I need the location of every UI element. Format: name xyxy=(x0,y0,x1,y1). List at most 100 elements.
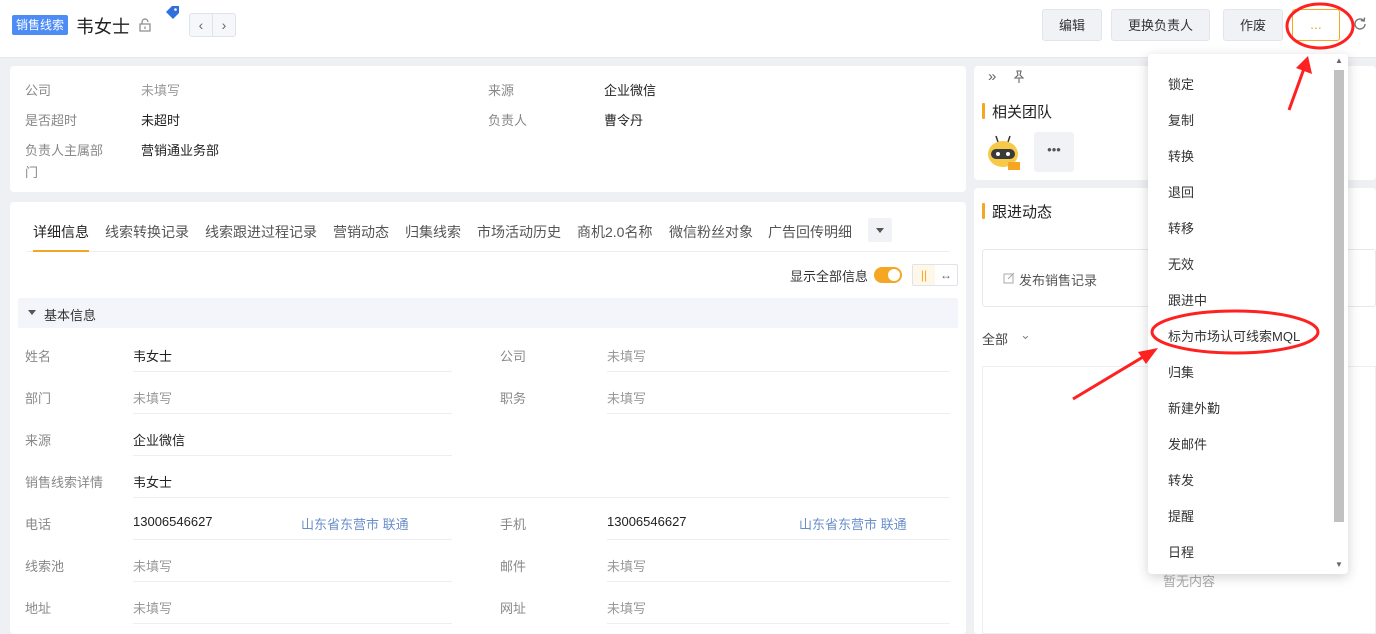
summary-dept-value: 营销通业务部 xyxy=(141,143,220,158)
tab-opportunity[interactable]: 商机2.0名称 xyxy=(577,222,652,252)
field-pool-value[interactable]: 未填写 xyxy=(133,556,172,575)
void-button[interactable]: 作废 xyxy=(1223,9,1284,41)
summary-company-value: 未填写 xyxy=(141,83,181,98)
field-dept-label: 部门 xyxy=(25,391,52,406)
two-column-layout-icon[interactable]: || xyxy=(913,265,935,285)
divider xyxy=(607,623,950,624)
summary-source-label: 来源 xyxy=(488,83,515,98)
field-address-label: 地址 xyxy=(25,601,52,616)
menu-item-schedule[interactable]: 日程 xyxy=(1168,542,1194,561)
previous-record-button[interactable]: ‹ xyxy=(190,14,212,36)
field-pool-label: 线索池 xyxy=(25,559,65,574)
field-company-label: 公司 xyxy=(500,349,527,364)
menu-item-reminder[interactable]: 提醒 xyxy=(1168,506,1194,525)
edit-icon xyxy=(1003,272,1015,284)
field-source-label: 来源 xyxy=(25,433,52,448)
divider xyxy=(133,497,950,498)
change-owner-button[interactable]: 更换负责人 xyxy=(1111,9,1211,41)
field-name-label: 姓名 xyxy=(25,349,52,364)
field-dept-value[interactable]: 未填写 xyxy=(133,388,172,407)
summary-company-label: 公司 xyxy=(25,83,52,98)
refresh-icon[interactable] xyxy=(1352,16,1368,32)
summary-owner-label: 负责人 xyxy=(488,113,528,128)
divider xyxy=(607,413,950,414)
field-website-value[interactable]: 未填写 xyxy=(607,598,646,617)
field-phone-location: 山东省东营市 联通 xyxy=(301,517,409,532)
bee-avatar-icon[interactable] xyxy=(982,132,1024,174)
show-all-switch[interactable] xyxy=(874,267,902,283)
summary-dept-label: 负责人主属部 xyxy=(25,143,104,158)
tab-campaign-history[interactable]: 市场活动历史 xyxy=(477,222,561,252)
divider xyxy=(133,371,452,372)
publish-sales-record: 发布销售记录 xyxy=(1019,273,1098,288)
unlock-icon[interactable] xyxy=(138,18,152,32)
summary-overdue-value: 未超时 xyxy=(141,113,181,128)
field-detail-value[interactable]: 韦女士 xyxy=(133,472,172,491)
menu-item-new-field-visit[interactable]: 新建外勤 xyxy=(1168,398,1220,417)
tab-ad-callback[interactable]: 广告回传明细 xyxy=(768,222,852,252)
divider xyxy=(133,455,452,456)
scroll-up-icon[interactable]: ▲ xyxy=(1335,56,1343,65)
field-detail-label: 销售线索详情 xyxy=(25,475,104,490)
summary-source-value: 企业微信 xyxy=(604,83,657,98)
field-name-value[interactable]: 韦女士 xyxy=(133,346,172,365)
field-source-value[interactable]: 企业微信 xyxy=(133,430,185,449)
filter-all-dropdown[interactable]: 全部 xyxy=(982,329,1008,348)
field-address-value[interactable]: 未填写 xyxy=(133,598,172,617)
divider xyxy=(133,623,452,624)
menu-item-lock[interactable]: 锁定 xyxy=(1168,74,1194,93)
menu-item-convert[interactable]: 转换 xyxy=(1168,146,1194,165)
divider xyxy=(133,539,452,540)
scroll-down-icon[interactable]: ▼ xyxy=(1335,560,1343,569)
tab-wechat-fans[interactable]: 微信粉丝对象 xyxy=(669,222,753,252)
menu-item-copy[interactable]: 复制 xyxy=(1168,110,1194,129)
menu-item-return[interactable]: 退回 xyxy=(1168,182,1194,201)
menu-item-transfer[interactable]: 转移 xyxy=(1168,218,1194,237)
divider xyxy=(607,539,950,540)
tab-marketing-activity[interactable]: 营销动态 xyxy=(333,222,389,252)
menu-item-mark-mql[interactable]: 标为市场认可线索MQL xyxy=(1168,326,1300,345)
field-position-value[interactable]: 未填写 xyxy=(607,388,646,407)
menu-item-invalid[interactable]: 无效 xyxy=(1168,254,1194,273)
next-record-button[interactable]: › xyxy=(212,14,235,36)
field-phone-value[interactable]: 13006546627 xyxy=(133,514,213,529)
header-bar: 销售线索 韦女士 ‹ › 编辑 更换负责人 作废 ... xyxy=(0,0,1376,58)
more-actions-menu: 锁定 复制 转换 退回 转移 无效 跟进中 标为市场认可线索MQL 归集 新建外… xyxy=(1148,54,1348,574)
menu-item-merge[interactable]: 归集 xyxy=(1168,362,1194,381)
field-mobile-value[interactable]: 13006546627 xyxy=(607,514,687,529)
more-actions-button[interactable]: ... xyxy=(1292,9,1340,41)
field-website-label: 网址 xyxy=(500,601,527,616)
menu-item-forward[interactable]: 转发 xyxy=(1168,470,1194,489)
caret-down-icon xyxy=(28,310,36,315)
team-title: 相关团队 xyxy=(992,104,1053,121)
menu-item-send-email[interactable]: 发邮件 xyxy=(1168,434,1207,453)
chevron-down-icon xyxy=(876,228,884,233)
more-members-button[interactable]: ••• xyxy=(1034,132,1074,172)
tab-follow-process[interactable]: 线索跟进过程记录 xyxy=(205,222,317,252)
field-email-label: 邮件 xyxy=(500,559,527,574)
show-all-toggle-row: 显示全部信息 || ↔ xyxy=(790,264,958,286)
tab-detail-info[interactable]: 详细信息 xyxy=(33,222,89,252)
collapse-panel-icon[interactable]: » xyxy=(988,68,996,85)
edit-button[interactable]: 编辑 xyxy=(1042,9,1103,41)
field-position-label: 职务 xyxy=(500,391,527,406)
pin-icon[interactable] xyxy=(1012,70,1026,84)
field-company-value[interactable]: 未填写 xyxy=(607,346,646,365)
menu-scrollbar-thumb[interactable] xyxy=(1334,70,1344,522)
tab-conversion-records[interactable]: 线索转换记录 xyxy=(105,222,189,252)
page-title: 韦女士 xyxy=(76,17,130,37)
section-title: 基本信息 xyxy=(44,308,97,323)
chevron-down-icon[interactable]: ⌄ xyxy=(1020,327,1031,343)
layout-switcher: || ↔ xyxy=(912,264,958,286)
summary-card: 公司 未填写 来源 企业微信 是否超时 未超时 负责人 曹令丹 负责人主属部 门… xyxy=(10,66,966,192)
menu-item-following[interactable]: 跟进中 xyxy=(1168,290,1207,309)
tab-merged-leads[interactable]: 归集线索 xyxy=(405,222,461,252)
accent-bar xyxy=(982,103,985,119)
single-column-layout-icon[interactable]: ↔ xyxy=(935,265,957,285)
field-email-value[interactable]: 未填写 xyxy=(607,556,646,575)
summary-owner-value[interactable]: 曹令丹 xyxy=(604,110,643,129)
more-tabs-button[interactable] xyxy=(868,218,892,242)
field-mobile-location: 山东省东营市 联通 xyxy=(799,517,907,532)
tag-icon[interactable] xyxy=(162,4,182,24)
basic-info-section-header[interactable]: 基本信息 xyxy=(18,298,958,328)
